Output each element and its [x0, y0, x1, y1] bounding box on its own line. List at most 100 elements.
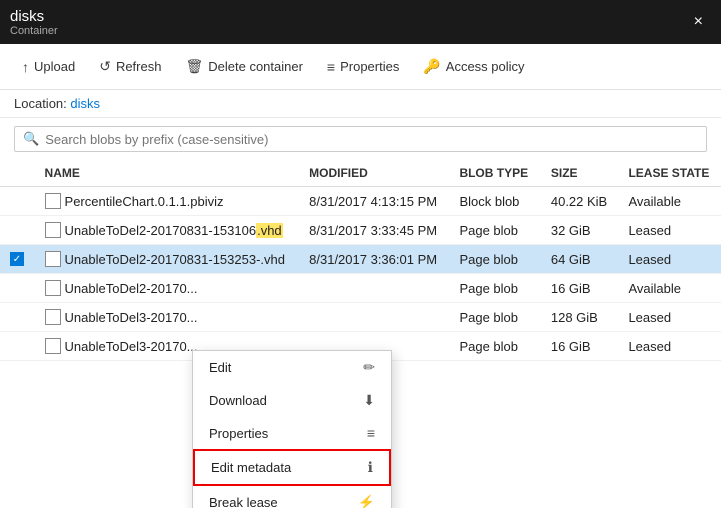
file-name: UnableToDel2-20170831-153106.vhd — [65, 223, 283, 238]
row-blobtype: Page blob — [449, 303, 540, 332]
context-menu-properties[interactable]: Properties ≡ — [193, 417, 391, 449]
row-blobtype: Page blob — [449, 274, 540, 303]
table-body: PercentileChart.0.1.1.pbiviz 8/31/2017 4… — [0, 187, 721, 361]
row-name: PercentileChart.0.1.1.pbiviz — [35, 187, 300, 216]
access-policy-button[interactable]: 🔑 Access policy — [413, 52, 534, 81]
title-bar: disks Container × — [0, 0, 721, 44]
access-policy-icon: 🔑 — [423, 58, 440, 75]
context-menu-break-lease[interactable]: Break lease ⚡ — [193, 486, 391, 508]
properties-button[interactable]: ≡ Properties — [317, 53, 409, 81]
edit-icon: ✏ — [363, 359, 375, 376]
file-icon — [45, 280, 61, 296]
row-lease: Leased — [618, 303, 721, 332]
window-title: disks — [10, 8, 58, 25]
table-row[interactable]: PercentileChart.0.1.1.pbiviz 8/31/2017 4… — [0, 187, 721, 216]
table-header: NAME MODIFIED BLOB TYPE SIZE LEASE STATE — [0, 160, 721, 187]
file-icon — [45, 193, 61, 209]
context-properties-label: Properties — [209, 426, 268, 441]
title-bar-left: disks Container — [10, 8, 58, 37]
row-checkbox[interactable] — [0, 332, 35, 361]
row-lease: Leased — [618, 245, 721, 274]
col-lease-header: LEASE STATE — [618, 160, 721, 187]
context-break-lease-label: Break lease — [209, 495, 278, 508]
location-label: Location: — [14, 96, 67, 111]
file-name: UnableToDel2-20170... — [65, 281, 198, 296]
row-size: 32 GiB — [541, 216, 619, 245]
file-icon — [45, 338, 61, 354]
col-size-header: SIZE — [541, 160, 619, 187]
file-icon — [45, 309, 61, 325]
file-name: UnableToDel3-20170... — [65, 339, 198, 354]
row-checkbox[interactable] — [0, 216, 35, 245]
row-lease: Leased — [618, 216, 721, 245]
file-icon — [45, 251, 61, 267]
file-name: PercentileChart.0.1.1.pbiviz — [65, 194, 224, 209]
row-checkbox[interactable] — [0, 187, 35, 216]
properties-label: Properties — [340, 59, 399, 74]
row-size: 64 GiB — [541, 245, 619, 274]
row-lease: Available — [618, 274, 721, 303]
row-blobtype: Block blob — [449, 187, 540, 216]
delete-container-icon: 🗑 — [185, 58, 203, 75]
search-icon: 🔍 — [23, 131, 39, 147]
col-modified-header: MODIFIED — [299, 160, 449, 187]
table-row[interactable]: ✓ UnableToDel2-20170831-153253-.vhd 8/31… — [0, 245, 721, 274]
row-checkbox[interactable]: ✓ — [0, 245, 35, 274]
access-policy-label: Access policy — [446, 59, 525, 74]
search-input[interactable] — [45, 132, 698, 147]
row-size: 40.22 KiB — [541, 187, 619, 216]
row-name: UnableToDel2-20170831-153253-.vhd — [35, 245, 300, 274]
delete-container-button[interactable]: 🗑 Delete container — [175, 52, 312, 81]
main-window: disks Container × ↑ Upload ↺ Refresh 🗑 D… — [0, 0, 721, 508]
row-modified — [299, 303, 449, 332]
close-button[interactable]: × — [686, 9, 711, 35]
context-menu-edit[interactable]: Edit ✏ — [193, 351, 391, 384]
break-lease-icon: ⚡ — [358, 494, 375, 508]
upload-button[interactable]: ↑ Upload — [12, 53, 85, 81]
properties-icon: ≡ — [327, 59, 335, 75]
file-icon — [45, 222, 61, 238]
col-name-header: NAME — [35, 160, 300, 187]
refresh-label: Refresh — [116, 59, 162, 74]
table-row[interactable]: UnableToDel3-20170... Page blob 128 GiB … — [0, 303, 721, 332]
row-blobtype: Page blob — [449, 245, 540, 274]
checkbox-checked: ✓ — [10, 252, 24, 266]
row-modified — [299, 274, 449, 303]
search-bar: 🔍 — [0, 118, 721, 160]
upload-label: Upload — [34, 59, 75, 74]
search-input-wrap: 🔍 — [14, 126, 707, 152]
context-menu-edit-metadata[interactable]: Edit metadata ℹ — [193, 449, 391, 486]
refresh-button[interactable]: ↺ Refresh — [89, 52, 171, 81]
row-size: 16 GiB — [541, 274, 619, 303]
file-name: UnableToDel3-20170... — [65, 310, 198, 325]
context-menu-download[interactable]: Download ⬇ — [193, 384, 391, 417]
col-checkbox — [0, 160, 35, 187]
row-size: 16 GiB — [541, 332, 619, 361]
context-edit-label: Edit — [209, 360, 231, 375]
row-lease: Available — [618, 187, 721, 216]
row-modified: 8/31/2017 3:33:45 PM — [299, 216, 449, 245]
table-row[interactable]: UnableToDel2-20170831-153106.vhd 8/31/20… — [0, 216, 721, 245]
upload-icon: ↑ — [22, 59, 29, 75]
row-name: UnableToDel2-20170... — [35, 274, 300, 303]
download-icon: ⬇ — [363, 392, 375, 409]
col-blobtype-header: BLOB TYPE — [449, 160, 540, 187]
row-size: 128 GiB — [541, 303, 619, 332]
window-subtitle: Container — [10, 25, 58, 37]
delete-container-label: Delete container — [208, 59, 303, 74]
row-name: UnableToDel3-20170... — [35, 303, 300, 332]
row-checkbox[interactable] — [0, 303, 35, 332]
row-lease: Leased — [618, 332, 721, 361]
blob-table: NAME MODIFIED BLOB TYPE SIZE LEASE STATE… — [0, 160, 721, 361]
row-checkbox[interactable] — [0, 274, 35, 303]
toolbar: ↑ Upload ↺ Refresh 🗑 Delete container ≡ … — [0, 44, 721, 90]
refresh-icon: ↺ — [99, 58, 111, 75]
row-name: UnableToDel2-20170831-153106.vhd — [35, 216, 300, 245]
context-download-label: Download — [209, 393, 267, 408]
row-modified: 8/31/2017 4:13:15 PM — [299, 187, 449, 216]
blob-table-wrap: NAME MODIFIED BLOB TYPE SIZE LEASE STATE… — [0, 160, 721, 508]
location-bar: Location: disks — [0, 90, 721, 118]
table-row[interactable]: UnableToDel2-20170... Page blob 16 GiB A… — [0, 274, 721, 303]
properties-menu-icon: ≡ — [367, 425, 375, 441]
location-path[interactable]: disks — [70, 96, 100, 111]
